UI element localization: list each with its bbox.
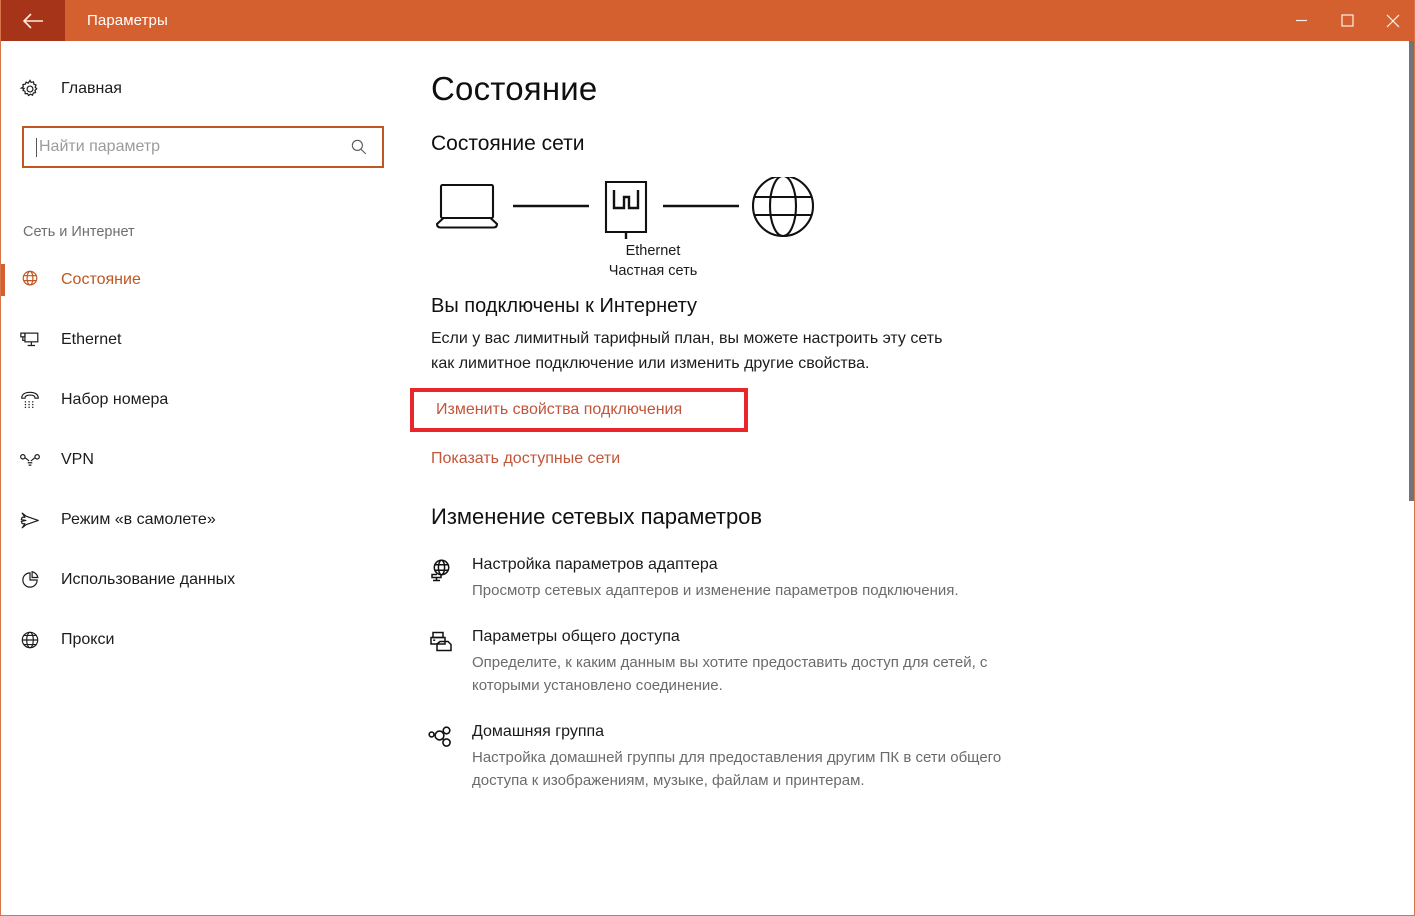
connection-status-heading: Вы подключены к Интернету xyxy=(431,295,697,317)
title-bar: Параметры xyxy=(1,0,1414,41)
maximize-button[interactable] xyxy=(1324,0,1370,41)
sidebar-item-label: Режим «в самолете» xyxy=(61,511,216,528)
dialup-phone-icon xyxy=(19,389,53,411)
sidebar: Главная Сеть и Интернет Состояние xyxy=(1,41,406,915)
search-icon[interactable] xyxy=(350,138,382,156)
data-usage-icon xyxy=(19,569,53,591)
sidebar-item-status[interactable]: Состояние xyxy=(1,250,406,310)
app-title: Параметры xyxy=(87,12,168,29)
minimize-icon xyxy=(1295,14,1308,27)
selection-accent-bar xyxy=(1,264,5,296)
sidebar-item-dialup[interactable]: Набор номера xyxy=(1,370,406,430)
homegroup-icon xyxy=(428,721,472,792)
connection-status-description: Если у вас лимитный тарифный план, вы мо… xyxy=(431,330,943,372)
setting-title: Параметры общего доступа xyxy=(472,628,680,645)
sidebar-item-label: VPN xyxy=(61,451,94,468)
setting-title: Домашняя группа xyxy=(472,723,605,740)
adapter-name: Ethernet xyxy=(625,243,681,259)
sidebar-item-airplane-mode[interactable]: Режим «в самолете» xyxy=(1,490,406,550)
back-arrow-icon xyxy=(21,11,45,31)
page-title: Состояние xyxy=(431,70,598,107)
sidebar-item-label: Состояние xyxy=(61,271,141,288)
change-network-settings-heading: Изменение сетевых параметров xyxy=(431,504,763,529)
network-diagram: Ethernet Частная сеть xyxy=(431,177,851,279)
titlebar-spacer xyxy=(168,0,1278,41)
globe-icon xyxy=(751,177,815,238)
maximize-icon xyxy=(1340,14,1354,27)
search-box[interactable] xyxy=(22,126,384,168)
setting-description: Просмотр сетевых адаптеров и изменение п… xyxy=(472,582,959,599)
close-button[interactable] xyxy=(1370,0,1414,41)
setting-item-adapter-options[interactable]: Настройка параметров адаптера Просмотр с… xyxy=(428,554,1013,602)
ethernet-icon xyxy=(19,329,53,351)
sidebar-item-label: Использование данных xyxy=(61,571,236,588)
minimize-button[interactable] xyxy=(1278,0,1324,41)
sidebar-item-vpn[interactable]: VPN xyxy=(1,430,406,490)
sidebar-item-label: Прокси xyxy=(61,631,115,648)
back-button[interactable] xyxy=(1,0,65,41)
sidebar-group-label: Сеть и Интернет xyxy=(23,224,135,240)
setting-description: Настройка домашней группы для предоставл… xyxy=(472,749,1002,789)
proxy-globe-icon xyxy=(19,629,53,651)
globe-status-icon xyxy=(19,269,53,291)
diagram-labels: Ethernet Частная сеть xyxy=(553,241,753,282)
highlight-annotation-box: Изменить свойства подключения xyxy=(410,388,748,432)
sidebar-item-proxy[interactable]: Прокси xyxy=(1,610,406,670)
sidebar-item-ethernet[interactable]: Ethernet xyxy=(1,310,406,370)
search-input[interactable] xyxy=(37,138,350,156)
airplane-icon xyxy=(19,509,53,531)
setting-description: Определите, к каким данным вы хотите пре… xyxy=(472,654,988,694)
network-status-section-title: Состояние сети xyxy=(431,132,585,155)
setting-item-homegroup[interactable]: Домашняя группа Настройка домашней групп… xyxy=(428,721,1013,792)
adapter-subtitle: Частная сеть xyxy=(608,263,698,279)
scrollbar-thumb[interactable] xyxy=(1409,41,1414,501)
setting-text: Домашняя группа Настройка домашней групп… xyxy=(472,721,1013,792)
sidebar-item-home[interactable]: Главная xyxy=(1,69,406,109)
gear-icon xyxy=(19,78,53,100)
change-connection-properties-link[interactable]: Изменить свойства подключения xyxy=(414,401,682,419)
settings-window: Параметры Главная Найти параметр Сеть и … xyxy=(0,0,1415,916)
sharing-printer-folder-icon xyxy=(428,626,472,697)
sidebar-item-label: Ethernet xyxy=(61,331,122,348)
laptop-icon xyxy=(435,183,499,229)
show-available-networks-link[interactable]: Показать доступные сети xyxy=(431,450,1414,468)
vpn-icon xyxy=(19,449,53,471)
adapter-globe-icon xyxy=(428,554,472,602)
setting-title: Настройка параметров адаптера xyxy=(472,556,718,573)
main-content: Состояние Состояние сети Ethernet Частна… xyxy=(406,41,1414,915)
sidebar-item-label: Набор номера xyxy=(61,391,169,408)
setting-text: Настройка параметров адаптера Просмотр с… xyxy=(472,554,1013,602)
setting-item-sharing-options[interactable]: Параметры общего доступа Определите, к к… xyxy=(428,626,1013,697)
sidebar-home-label: Главная xyxy=(61,80,122,97)
setting-text: Параметры общего доступа Определите, к к… xyxy=(472,626,1013,697)
sidebar-item-data-usage[interactable]: Использование данных xyxy=(1,550,406,610)
ethernet-port-icon xyxy=(604,180,648,239)
close-icon xyxy=(1386,14,1400,28)
scrollbar-track[interactable] xyxy=(1409,41,1414,915)
